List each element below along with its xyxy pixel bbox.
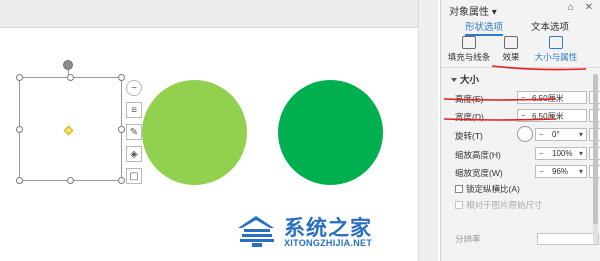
green-circle[interactable] (278, 80, 383, 185)
width-stepper[interactable]: − 6.50厘米 (517, 109, 587, 122)
light-green-circle[interactable] (142, 80, 247, 185)
subtab-effects[interactable]: 效果 (489, 34, 533, 63)
relative-size-label: 相对于图片原始尺寸 (466, 200, 543, 210)
resize-handle-tr[interactable] (118, 74, 125, 81)
checkbox-box[interactable] (455, 201, 463, 209)
relative-size-checkbox[interactable]: 相对于图片原始尺寸 (455, 199, 543, 211)
spin-down-icon[interactable]: ▾ (579, 130, 583, 139)
panel-scroll-thumb[interactable] (593, 74, 598, 224)
height-label: 高度(E) (455, 94, 484, 104)
resolution-label: 分辨率 (455, 234, 481, 244)
scale-width-stepper[interactable]: − 96% ▾ (535, 165, 587, 178)
lock-ratio-label: 锁定纵横比(A) (466, 184, 520, 194)
floating-toolbar: − ≡ ✎ ◈ ▢ (126, 80, 142, 190)
spin-down-icon[interactable]: ▾ (579, 149, 583, 158)
minus-icon[interactable]: − (539, 149, 544, 158)
fill-icon[interactable]: ◈ (126, 146, 142, 162)
pen-icon[interactable]: ✎ (126, 124, 142, 140)
subtab-fill-line-label: 填充与线条 (447, 52, 491, 62)
height-row: 高度(E) − 6.50厘米 + (455, 91, 600, 105)
frame-icon[interactable]: ▢ (126, 168, 142, 184)
watermark-url: XITONGZHIJIA.NET (284, 238, 373, 248)
resize-handle-tl[interactable] (16, 74, 23, 81)
height-value[interactable]: 6.50厘米 (532, 93, 564, 104)
subtab-fill-line[interactable]: 填充与线条 (447, 34, 491, 63)
resize-handle-mr[interactable] (118, 126, 125, 133)
minus-icon[interactable]: − (521, 93, 526, 102)
checkbox-box[interactable] (455, 185, 463, 193)
resize-handle-ml[interactable] (16, 126, 23, 133)
fill-bucket-icon (462, 36, 476, 49)
spin-down-icon[interactable]: ▾ (579, 167, 583, 176)
width-row: 宽度(D) − 6.50厘米 + (455, 109, 600, 123)
size-section-title: 大小 (460, 75, 480, 86)
height-stepper[interactable]: − 6.50厘米 (517, 91, 587, 104)
panel-title[interactable]: 对象属性 ▾ (449, 3, 497, 18)
house-logo-icon (238, 216, 274, 247)
scale-width-row: 缩放宽度(W) − 96% ▾ + (455, 165, 600, 179)
scale-height-label: 缩放高度(H) (455, 150, 501, 160)
panel-window-icons[interactable]: ⌂ ✕ (568, 2, 597, 13)
subtab-size-properties[interactable]: 大小与属性 (531, 34, 581, 63)
layers-icon[interactable]: ≡ (126, 102, 142, 118)
lock-ratio-checkbox[interactable]: 锁定纵横比(A) (455, 183, 520, 195)
scale-height-value[interactable]: 100% (552, 149, 572, 158)
page-top-margin (0, 0, 438, 28)
rotate-value[interactable]: 0° (552, 130, 560, 139)
minus-icon[interactable]: − (539, 167, 544, 176)
minus-icon[interactable]: − (539, 130, 544, 139)
resize-handle-bl[interactable] (16, 177, 23, 184)
collapse-triangle-icon (451, 78, 457, 83)
minus-icon[interactable]: − (521, 111, 526, 120)
watermark: 系统之家 XITONGZHIJIA.NET (232, 208, 392, 254)
rotate-handle[interactable] (63, 60, 73, 70)
canvas-scroll-strip[interactable] (418, 0, 438, 261)
panel-tabs: 形状选项 文本选项 (441, 17, 600, 36)
subtab-size-properties-label: 大小与属性 (534, 52, 578, 62)
size-section-header[interactable]: 大小 (451, 72, 479, 86)
width-value[interactable]: 6.50厘米 (532, 111, 564, 122)
app-window: − ≡ ✎ ◈ ▢ 系统之家 XITONGZHIJIA.NET 对象属性 ▾ ⌂… (0, 0, 600, 261)
rotate-label: 旋转(T) (455, 131, 483, 141)
width-label: 宽度(D) (455, 112, 484, 122)
rotate-stepper[interactable]: − 0° ▾ (535, 128, 587, 141)
resize-handle-tm[interactable] (67, 74, 74, 81)
resize-handle-br[interactable] (118, 177, 125, 184)
resolution-row: 分辨率 (455, 233, 600, 247)
size-icon (549, 36, 563, 49)
panel-subtabs: 填充与线条 效果 大小与属性 (441, 34, 600, 68)
scale-height-stepper[interactable]: − 100% ▾ (535, 147, 587, 160)
resize-handle-bm[interactable] (67, 177, 74, 184)
effects-icon (504, 36, 518, 49)
tab-text-options[interactable]: 文本选项 (531, 19, 569, 33)
subtab-effects-label: 效果 (502, 52, 520, 62)
resolution-dropdown[interactable] (537, 233, 599, 245)
scale-width-value[interactable]: 96% (552, 167, 568, 176)
rotation-dial-icon[interactable] (517, 126, 533, 142)
collapse-icon[interactable]: − (126, 80, 142, 96)
panel-header: 对象属性 ▾ ⌂ ✕ (441, 0, 600, 18)
object-properties-panel: 对象属性 ▾ ⌂ ✕ 形状选项 文本选项 填充与线条 效果 大小与属性 大小 高… (440, 0, 600, 261)
scale-width-label: 缩放宽度(W) (455, 168, 503, 178)
rotate-row: 旋转(T) − 0° ▾ + (455, 126, 600, 142)
panel-scrollbar[interactable] (593, 74, 598, 244)
scale-height-row: 缩放高度(H) − 100% ▾ + (455, 147, 600, 161)
